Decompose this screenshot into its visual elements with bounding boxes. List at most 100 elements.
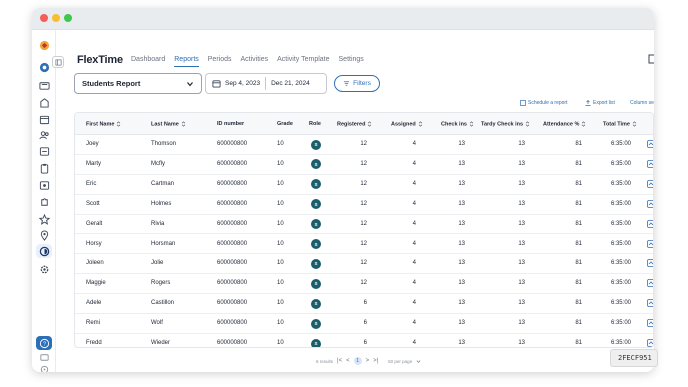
column-header[interactable]: Last Name xyxy=(151,121,186,127)
column-header[interactable]: Role xyxy=(309,121,321,127)
export-list-label: Export list xyxy=(593,100,615,106)
maximize-window-button[interactable] xyxy=(64,14,72,22)
table-cell: 10 xyxy=(277,320,284,327)
table-cell: Cartman xyxy=(151,180,175,187)
help-icon[interactable]: ? xyxy=(36,336,52,350)
role-badge: S xyxy=(311,338,321,347)
column-header[interactable]: ID number xyxy=(217,121,244,127)
date-start[interactable]: Sep 4, 2023 xyxy=(225,80,260,87)
last-page-button[interactable]: >| xyxy=(373,358,378,364)
table-cell: 81 xyxy=(575,240,582,247)
table-row[interactable]: Adele Castillon 600000800 10 S 6 4 13 13 81 6:35:0… xyxy=(75,294,654,315)
id-card-icon[interactable] xyxy=(36,78,52,92)
table-row[interactable]: Joleen Jolie 600000800 10 S 12 4 13 13 81 6:35:00 xyxy=(75,254,654,275)
column-header[interactable]: First Name xyxy=(86,121,121,127)
column-header[interactable]: Check ins xyxy=(441,121,474,127)
row-detail-icon[interactable] xyxy=(647,140,654,148)
sort-icon[interactable] xyxy=(581,121,586,127)
schedule-report-link[interactable]: Schedule a report xyxy=(520,100,567,106)
role-badge: S xyxy=(311,298,321,309)
export-list-link[interactable]: Export list xyxy=(585,100,615,106)
filters-button[interactable]: Filters xyxy=(334,75,380,92)
sort-icon[interactable] xyxy=(418,121,423,127)
prev-page-button[interactable]: < xyxy=(346,358,350,364)
date-separator xyxy=(265,77,267,90)
nav-activity-template[interactable]: Activity Template xyxy=(277,56,329,67)
first-page-button[interactable]: |< xyxy=(337,358,342,364)
location-icon[interactable] xyxy=(36,228,52,242)
puzzle-icon[interactable] xyxy=(36,195,52,209)
table-row[interactable]: Marty Mcfly 600000800 10 S 12 4 13 13 81 6:35:00 xyxy=(75,155,654,175)
table-cell: Adele xyxy=(86,300,102,307)
table-row[interactable]: Geralt Rivia 600000800 10 S 12 4 13 13 81 6:35:00 xyxy=(75,215,654,235)
sort-icon[interactable] xyxy=(525,121,530,127)
table-cell: 6 xyxy=(363,320,367,327)
row-detail-icon[interactable] xyxy=(647,279,654,288)
row-detail-icon[interactable] xyxy=(647,259,654,268)
table-cell: Wieder xyxy=(151,340,171,346)
table-row[interactable]: Maggie Rogers 600000800 10 S 12 4 13 13 81 6:35:00 xyxy=(75,274,654,295)
nav-reports[interactable]: Reports xyxy=(174,56,199,67)
account-icon[interactable] xyxy=(36,362,52,372)
nav-periods[interactable]: Periods xyxy=(208,56,232,67)
date-range-picker[interactable]: Sep 4, 2023 Dec 21, 2024 xyxy=(205,73,327,94)
dashboard-icon[interactable] xyxy=(36,60,52,74)
nav-activities[interactable]: Activities xyxy=(241,56,269,67)
report-type-select[interactable]: Students Report xyxy=(74,73,202,94)
sidebar-collapse-button[interactable] xyxy=(52,56,64,68)
table-row[interactable]: Horsy Horsman 600000800 10 S 12 4 13 13 81 6:35:00 xyxy=(75,235,654,255)
table-cell: 81 xyxy=(575,160,582,167)
clipboard-icon[interactable] xyxy=(36,161,52,175)
sort-icon[interactable] xyxy=(116,121,121,127)
row-detail-icon[interactable] xyxy=(647,299,654,308)
school-logo-icon[interactable] xyxy=(36,38,52,52)
building-icon[interactable] xyxy=(36,95,52,109)
schedule-icon xyxy=(520,100,526,106)
table-cell: 6 xyxy=(363,340,367,346)
next-page-button[interactable]: > xyxy=(366,358,370,364)
sort-icon[interactable] xyxy=(181,121,186,127)
table-row[interactable]: Joey Thomson 600000800 10 S 12 4 13 13 81 6:35:00 xyxy=(75,135,654,155)
reports-icon[interactable] xyxy=(36,178,52,192)
column-header[interactable]: Total Time xyxy=(603,121,637,127)
table-row[interactable]: Eric Cartman 600000800 10 S 12 4 13 13 81 6:35:00 xyxy=(75,175,654,195)
users-icon[interactable] xyxy=(36,128,52,142)
settings-gear-icon[interactable] xyxy=(36,262,52,276)
nav-settings[interactable]: Settings xyxy=(339,56,364,67)
column-header[interactable]: Assigned xyxy=(391,121,423,127)
column-header[interactable]: Tardy Check ins xyxy=(481,121,530,127)
date-end[interactable]: Dec 21, 2024 xyxy=(271,80,310,87)
row-detail-icon[interactable] xyxy=(647,339,654,347)
row-detail-icon[interactable] xyxy=(647,239,654,248)
table-row[interactable]: Remi Wolf 600000800 10 S 6 4 13 13 81 6:35:00 xyxy=(75,314,654,334)
minimize-window-button[interactable] xyxy=(52,14,60,22)
activities-icon[interactable] xyxy=(36,144,52,158)
per-page-select[interactable]: 50 per page xyxy=(388,359,412,364)
table-row[interactable]: Fredd Wieder 600000800 10 S 6 4 13 13 81 6:35:00 xyxy=(75,334,654,347)
star-icon[interactable] xyxy=(36,212,52,226)
sort-icon[interactable] xyxy=(469,121,474,127)
row-detail-icon[interactable] xyxy=(647,219,654,228)
calendar-icon[interactable] xyxy=(36,112,52,126)
table-cell: 13 xyxy=(518,260,525,267)
column-header[interactable]: Grade xyxy=(277,121,293,127)
row-detail-icon[interactable] xyxy=(647,159,654,168)
document-icon[interactable] xyxy=(648,54,654,64)
column-settings-label: Column se xyxy=(630,100,654,106)
table-cell: 81 xyxy=(575,260,582,267)
row-detail-icon[interactable] xyxy=(647,199,654,208)
column-header[interactable]: Registered xyxy=(337,121,372,127)
column-settings-link[interactable]: Column se xyxy=(630,100,654,106)
current-page[interactable]: 1 xyxy=(353,357,362,365)
table-cell: 4 xyxy=(412,180,416,187)
flex-reports-icon[interactable] xyxy=(36,244,52,258)
sort-icon[interactable] xyxy=(632,121,637,127)
column-header[interactable]: Attendance % xyxy=(543,121,586,127)
row-detail-icon[interactable] xyxy=(647,179,654,188)
sort-icon[interactable] xyxy=(367,121,372,127)
close-window-button[interactable] xyxy=(40,14,48,22)
table-cell: 13 xyxy=(518,340,525,346)
table-row[interactable]: Scott Holmes 600000800 10 S 12 4 13 13 81 6:35:00 xyxy=(75,195,654,215)
row-detail-icon[interactable] xyxy=(647,319,654,327)
nav-dashboard[interactable]: Dashboard xyxy=(131,56,165,67)
